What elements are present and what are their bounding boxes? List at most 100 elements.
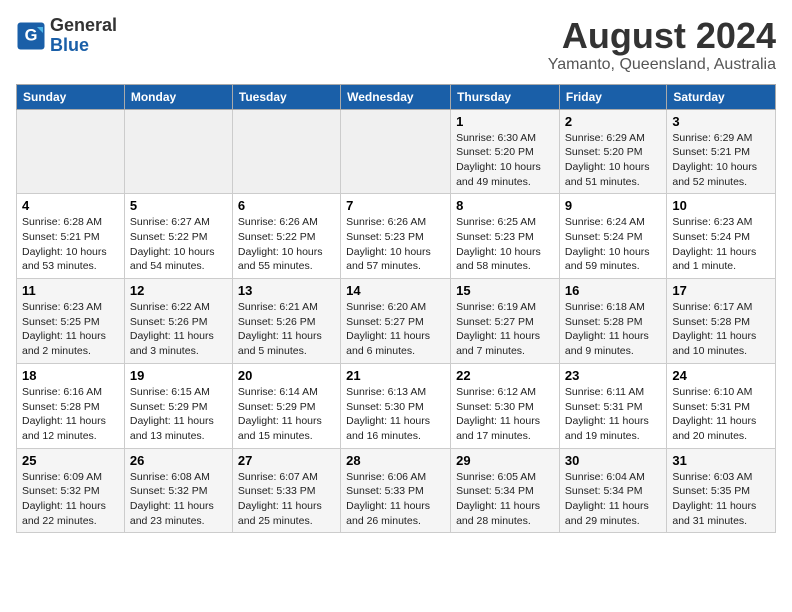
day-info: Sunrise: 6:16 AM Sunset: 5:28 PM Dayligh… <box>22 385 119 444</box>
day-info: Sunrise: 6:04 AM Sunset: 5:34 PM Dayligh… <box>565 470 661 529</box>
week-row-5: 25Sunrise: 6:09 AM Sunset: 5:32 PM Dayli… <box>17 448 776 533</box>
day-info: Sunrise: 6:12 AM Sunset: 5:30 PM Dayligh… <box>456 385 554 444</box>
day-info: Sunrise: 6:29 AM Sunset: 5:21 PM Dayligh… <box>672 131 770 190</box>
week-row-4: 18 Sunrise: 6:16 AM Sunset: 5:28 PM Dayli… <box>17 363 776 448</box>
day-number: 1 <box>456 114 554 129</box>
header-saturday: Saturday <box>667 84 776 109</box>
calendar-cell: 6 Sunrise: 6:26 AM Sunset: 5:22 PM Daylig… <box>232 194 340 279</box>
day-number: 5 <box>130 198 227 213</box>
calendar-cell: 23 Sunrise: 6:11 AM Sunset: 5:31 PM Dayli… <box>559 363 666 448</box>
day-number: 30 <box>565 453 661 468</box>
calendar-cell: 8 Sunrise: 6:25 AM Sunset: 5:23 PM Daylig… <box>451 194 560 279</box>
day-number: 10 <box>672 198 770 213</box>
calendar-cell: 3 Sunrise: 6:29 AM Sunset: 5:21 PM Daylig… <box>667 109 776 194</box>
calendar-cell: 14 Sunrise: 6:20 AM Sunset: 5:27 PM Dayli… <box>341 279 451 364</box>
calendar-cell <box>124 109 232 194</box>
day-info: Sunrise: 6:25 AM Sunset: 5:23 PM Dayligh… <box>456 215 554 274</box>
calendar-cell: 22Sunrise: 6:12 AM Sunset: 5:30 PM Dayli… <box>451 363 560 448</box>
calendar-cell: 29Sunrise: 6:05 AM Sunset: 5:34 PM Dayli… <box>451 448 560 533</box>
day-number: 18 <box>22 368 119 383</box>
day-info: Sunrise: 6:18 AM Sunset: 5:28 PM Dayligh… <box>565 300 661 359</box>
day-number: 19 <box>130 368 227 383</box>
day-number: 8 <box>456 198 554 213</box>
day-number: 15 <box>456 283 554 298</box>
day-info: Sunrise: 6:26 AM Sunset: 5:23 PM Dayligh… <box>346 215 445 274</box>
calendar-table: SundayMondayTuesdayWednesdayThursdayFrid… <box>16 84 776 534</box>
day-info: Sunrise: 6:11 AM Sunset: 5:31 PM Dayligh… <box>565 385 661 444</box>
day-number: 26 <box>130 453 227 468</box>
day-number: 3 <box>672 114 770 129</box>
page-header: G General Blue August 2024 Yamanto, Quee… <box>16 16 776 74</box>
header-friday: Friday <box>559 84 666 109</box>
day-number: 23 <box>565 368 661 383</box>
calendar-cell: 7 Sunrise: 6:26 AM Sunset: 5:23 PM Daylig… <box>341 194 451 279</box>
calendar-cell: 26 Sunrise: 6:08 AM Sunset: 5:32 PM Dayli… <box>124 448 232 533</box>
day-info: Sunrise: 6:19 AM Sunset: 5:27 PM Dayligh… <box>456 300 554 359</box>
day-info: Sunrise: 6:05 AM Sunset: 5:34 PM Dayligh… <box>456 470 554 529</box>
logo-icon: G <box>16 21 46 51</box>
calendar-cell <box>232 109 340 194</box>
day-info: Sunrise: 6:08 AM Sunset: 5:32 PM Dayligh… <box>130 470 227 529</box>
day-info: Sunrise: 6:17 AM Sunset: 5:28 PM Dayligh… <box>672 300 770 359</box>
calendar-cell: 9 Sunrise: 6:24 AM Sunset: 5:24 PM Daylig… <box>559 194 666 279</box>
day-info: Sunrise: 6:22 AM Sunset: 5:26 PM Dayligh… <box>130 300 227 359</box>
calendar-cell: 18 Sunrise: 6:16 AM Sunset: 5:28 PM Dayli… <box>17 363 125 448</box>
day-number: 20 <box>238 368 335 383</box>
day-number: 2 <box>565 114 661 129</box>
title-block: August 2024 Yamanto, Queensland, Austral… <box>548 16 776 74</box>
calendar-cell: 27Sunrise: 6:07 AM Sunset: 5:33 PM Dayli… <box>232 448 340 533</box>
calendar-cell: 16 Sunrise: 6:18 AM Sunset: 5:28 PM Dayli… <box>559 279 666 364</box>
calendar-cell: 24 Sunrise: 6:10 AM Sunset: 5:31 PM Dayli… <box>667 363 776 448</box>
day-number: 31 <box>672 453 770 468</box>
day-number: 27 <box>238 453 335 468</box>
day-info: Sunrise: 6:23 AM Sunset: 5:25 PM Dayligh… <box>22 300 119 359</box>
day-info: Sunrise: 6:29 AM Sunset: 5:20 PM Dayligh… <box>565 131 661 190</box>
day-info: Sunrise: 6:21 AM Sunset: 5:26 PM Dayligh… <box>238 300 335 359</box>
day-info: Sunrise: 6:20 AM Sunset: 5:27 PM Dayligh… <box>346 300 445 359</box>
calendar-cell: 31 Sunrise: 6:03 AM Sunset: 5:35 PM Dayli… <box>667 448 776 533</box>
calendar-cell: 4 Sunrise: 6:28 AM Sunset: 5:21 PM Daylig… <box>17 194 125 279</box>
day-info: Sunrise: 6:26 AM Sunset: 5:22 PM Dayligh… <box>238 215 335 274</box>
day-number: 17 <box>672 283 770 298</box>
calendar-cell: 12Sunrise: 6:22 AM Sunset: 5:26 PM Dayli… <box>124 279 232 364</box>
day-info: Sunrise: 6:10 AM Sunset: 5:31 PM Dayligh… <box>672 385 770 444</box>
week-row-3: 11Sunrise: 6:23 AM Sunset: 5:25 PM Dayli… <box>17 279 776 364</box>
day-number: 24 <box>672 368 770 383</box>
day-info: Sunrise: 6:27 AM Sunset: 5:22 PM Dayligh… <box>130 215 227 274</box>
calendar-cell: 21Sunrise: 6:13 AM Sunset: 5:30 PM Dayli… <box>341 363 451 448</box>
day-number: 21 <box>346 368 445 383</box>
week-row-1: 1Sunrise: 6:30 AM Sunset: 5:20 PM Daylig… <box>17 109 776 194</box>
day-number: 14 <box>346 283 445 298</box>
header-tuesday: Tuesday <box>232 84 340 109</box>
calendar-cell: 15 Sunrise: 6:19 AM Sunset: 5:27 PM Dayli… <box>451 279 560 364</box>
day-number: 13 <box>238 283 335 298</box>
calendar-cell: 25Sunrise: 6:09 AM Sunset: 5:32 PM Dayli… <box>17 448 125 533</box>
calendar-cell: 11Sunrise: 6:23 AM Sunset: 5:25 PM Dayli… <box>17 279 125 364</box>
day-info: Sunrise: 6:09 AM Sunset: 5:32 PM Dayligh… <box>22 470 119 529</box>
calendar-header: SundayMondayTuesdayWednesdayThursdayFrid… <box>17 84 776 109</box>
logo-general-text: General <box>50 16 117 36</box>
day-info: Sunrise: 6:24 AM Sunset: 5:24 PM Dayligh… <box>565 215 661 274</box>
header-wednesday: Wednesday <box>341 84 451 109</box>
day-info: Sunrise: 6:03 AM Sunset: 5:35 PM Dayligh… <box>672 470 770 529</box>
logo-blue-text: Blue <box>50 36 117 56</box>
calendar-cell: 17 Sunrise: 6:17 AM Sunset: 5:28 PM Dayli… <box>667 279 776 364</box>
month-year-title: August 2024 <box>548 16 776 56</box>
calendar-cell <box>341 109 451 194</box>
header-row: SundayMondayTuesdayWednesdayThursdayFrid… <box>17 84 776 109</box>
calendar-cell: 1Sunrise: 6:30 AM Sunset: 5:20 PM Daylig… <box>451 109 560 194</box>
day-number: 6 <box>238 198 335 213</box>
header-thursday: Thursday <box>451 84 560 109</box>
day-number: 4 <box>22 198 119 213</box>
calendar-cell: 13 Sunrise: 6:21 AM Sunset: 5:26 PM Dayli… <box>232 279 340 364</box>
day-number: 7 <box>346 198 445 213</box>
header-sunday: Sunday <box>17 84 125 109</box>
calendar-cell: 20Sunrise: 6:14 AM Sunset: 5:29 PM Dayli… <box>232 363 340 448</box>
location-subtitle: Yamanto, Queensland, Australia <box>548 56 776 74</box>
logo: G General Blue <box>16 16 117 56</box>
day-info: Sunrise: 6:28 AM Sunset: 5:21 PM Dayligh… <box>22 215 119 274</box>
day-number: 9 <box>565 198 661 213</box>
calendar-cell: 19 Sunrise: 6:15 AM Sunset: 5:29 PM Dayli… <box>124 363 232 448</box>
day-info: Sunrise: 6:15 AM Sunset: 5:29 PM Dayligh… <box>130 385 227 444</box>
day-number: 16 <box>565 283 661 298</box>
